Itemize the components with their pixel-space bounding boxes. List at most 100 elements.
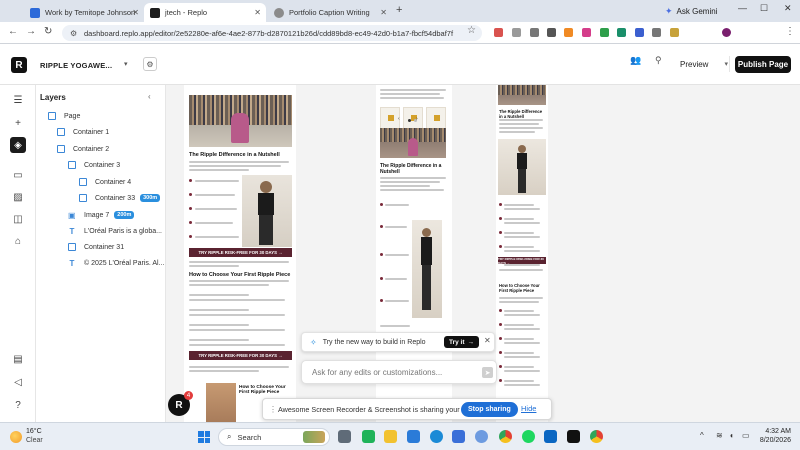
project-selector[interactable]: RIPPLE YOGAWE... xyxy=(40,61,112,70)
extension-puzzle-icon[interactable] xyxy=(670,28,679,37)
page-icon[interactable]: ▭ xyxy=(12,169,24,181)
extension-download-icon[interactable] xyxy=(600,28,609,37)
try-ripple-cta-button[interactable]: TRY RIPPLE RISK-FREE FOR 30 DAYS → xyxy=(498,257,546,265)
model-leggings-photo[interactable] xyxy=(412,220,442,318)
gear-icon[interactable]: ⚙ xyxy=(143,57,157,71)
extension-record-icon[interactable] xyxy=(494,28,503,37)
store-icon[interactable] xyxy=(407,430,420,443)
preview-button[interactable]: Preview ▾ xyxy=(672,56,730,72)
linkedin-icon[interactable] xyxy=(544,430,557,443)
file-explorer-icon[interactable] xyxy=(384,430,397,443)
tab-jtech-replo[interactable]: jtech - Replo ✕ xyxy=(144,3,266,22)
layer-page[interactable]: Page xyxy=(48,109,80,123)
layer-container-31[interactable]: Container 31 xyxy=(68,240,124,254)
tag-icon[interactable]: ⌂ xyxy=(12,235,24,247)
maximize-button[interactable]: ☐ xyxy=(760,3,768,14)
forward-arrow-icon[interactable]: → xyxy=(26,26,36,37)
extension-pen-icon[interactable] xyxy=(547,28,556,37)
x-app-icon[interactable] xyxy=(567,430,580,443)
help-icon[interactable]: ? xyxy=(12,399,24,411)
battery-icon[interactable]: ▭ xyxy=(742,431,750,440)
person-icon[interactable]: ⚲ xyxy=(655,55,662,66)
close-tab-icon[interactable]: ✕ xyxy=(132,8,139,17)
image-icon[interactable]: ▨ xyxy=(12,191,24,203)
clock-time[interactable]: 4:32 AM xyxy=(755,428,791,435)
weather-moon-icon[interactable] xyxy=(10,431,22,443)
layout-icon[interactable]: ▤ xyxy=(12,353,24,365)
model-standing-photo[interactable] xyxy=(206,383,236,422)
reload-icon[interactable]: ↻ xyxy=(44,26,52,37)
task-view-icon[interactable] xyxy=(338,430,351,443)
layer-container-2[interactable]: Container 2 xyxy=(57,142,109,156)
hide-link[interactable]: Hide xyxy=(521,404,536,413)
minimize-button[interactable]: — xyxy=(738,3,747,13)
chevron-down-icon[interactable]: ▾ xyxy=(724,60,728,68)
tray-overflow-icon[interactable]: ^ xyxy=(700,431,704,440)
chrome-icon[interactable] xyxy=(590,430,603,443)
send-icon[interactable]: ➤ xyxy=(482,367,493,378)
address-bar[interactable]: ⚙ dashboard.replo.app/editor/2e52280e-af… xyxy=(62,25,482,41)
preview-frame-left[interactable]: The Ripple Difference in a Nutshell TRY … xyxy=(184,85,296,422)
bookshelf-yoga-photo[interactable] xyxy=(380,128,446,158)
app-green-icon[interactable] xyxy=(362,430,375,443)
layer-container-1[interactable]: Container 1 xyxy=(57,125,109,139)
spotify-icon[interactable] xyxy=(522,430,535,443)
tab-portfolio-caption[interactable]: Portfolio Caption Writing ✕ xyxy=(268,3,392,22)
browser-menu-icon[interactable]: ⋮ xyxy=(785,26,795,37)
close-tab-icon[interactable]: ✕ xyxy=(254,8,261,17)
layer-image-7[interactable]: ▣ Image 7 200m xyxy=(68,208,135,222)
extension-gear-icon[interactable] xyxy=(652,28,661,37)
components-icon[interactable]: ◫ xyxy=(12,213,24,225)
model-leggings-photo[interactable] xyxy=(242,175,292,247)
layer-text-loreal[interactable]: T L'Oréal Paris is a globa... xyxy=(68,224,162,238)
chevron-down-icon[interactable]: ▾ xyxy=(124,60,128,68)
layer-container-3[interactable]: Container 3 xyxy=(68,158,120,172)
ask-gemini-button[interactable]: ✦ Ask Gemini xyxy=(665,4,717,19)
clock-date[interactable]: 8/20/2026 xyxy=(750,437,791,444)
replo-logo-icon[interactable]: R xyxy=(11,57,27,73)
profile-avatar[interactable] xyxy=(722,28,731,37)
extension-pink-icon[interactable] xyxy=(582,28,591,37)
site-info-icon[interactable]: ⚙ xyxy=(70,29,78,38)
layer-text-copyright[interactable]: T © 2025 L'Oréal Paris. Al... xyxy=(68,256,165,270)
add-icon[interactable]: + xyxy=(12,117,24,129)
collapse-panel-icon[interactable]: ‹ xyxy=(148,92,151,101)
close-window-button[interactable]: ✕ xyxy=(784,3,792,14)
try-it-button[interactable]: Try it → xyxy=(444,336,480,348)
try-ripple-cta-button[interactable]: TRY RIPPLE RISK-FREE FOR 30 DAYS → xyxy=(189,351,292,360)
edge-icon[interactable] xyxy=(430,430,443,443)
bookshelf-yoga-photo[interactable] xyxy=(498,85,546,105)
drag-handle-icon[interactable]: ⋮ xyxy=(269,405,277,414)
layer-container-4[interactable]: Container 4 xyxy=(79,175,131,189)
taskbar-search[interactable]: ⌕ Search xyxy=(218,428,330,446)
back-arrow-icon[interactable]: ← xyxy=(8,26,18,37)
preview-frame-right[interactable]: The Ripple Difference in a Nutshell TRY … xyxy=(496,85,548,422)
extension-camera-icon[interactable] xyxy=(512,28,521,37)
extension-orange-icon[interactable] xyxy=(564,28,573,37)
try-ripple-cta-button[interactable]: TRY RIPPLE RISK-FREE FOR 30 DAYS → xyxy=(189,248,292,257)
extension-video-icon[interactable] xyxy=(530,28,539,37)
layers-icon[interactable]: ◈ xyxy=(10,137,26,153)
announce-icon[interactable]: ◁ xyxy=(12,376,24,388)
layer-container-33[interactable]: Container 33 300m xyxy=(79,191,161,205)
ai-prompt-input[interactable]: Ask for any edits or customizations... xyxy=(312,368,442,377)
start-button[interactable] xyxy=(198,431,210,443)
bookmark-star-icon[interactable]: ☆ xyxy=(467,25,476,36)
extension-blue-icon[interactable] xyxy=(635,28,644,37)
bookshelf-yoga-photo[interactable] xyxy=(189,95,292,147)
wifi-icon[interactable]: ≋ xyxy=(716,431,723,440)
volume-icon[interactable]: ◖ xyxy=(729,431,734,440)
ai-prompt-box[interactable]: Ask for any edits or customizations... ➤ xyxy=(301,360,497,384)
stop-sharing-button[interactable]: Stop sharing xyxy=(461,402,518,417)
carousel-dot[interactable] xyxy=(408,119,411,122)
publish-page-button[interactable]: Publish Page xyxy=(735,56,791,73)
close-icon[interactable]: ✕ xyxy=(484,336,491,345)
menu-lines-icon[interactable]: ☰ xyxy=(12,94,24,106)
app-blue-icon[interactable] xyxy=(452,430,465,443)
app-circle-icon[interactable] xyxy=(475,430,488,443)
carousel-dot[interactable] xyxy=(414,119,417,122)
extension-green-icon[interactable] xyxy=(617,28,626,37)
users-icon[interactable]: 👥 xyxy=(630,55,641,66)
close-tab-icon[interactable]: ✕ xyxy=(380,8,387,17)
chrome-icon[interactable] xyxy=(499,430,512,443)
